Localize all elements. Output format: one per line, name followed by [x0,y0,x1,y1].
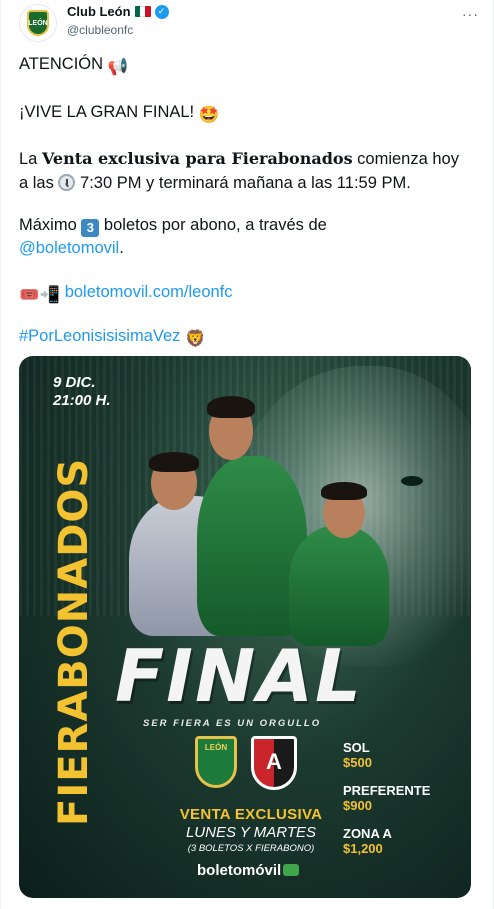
price-label: SOL [343,740,370,755]
club-crest-icon: LEÓN [27,10,49,36]
text-line-hashtag: #PorLeonisisisimaVez 🦁 [19,324,206,351]
tweet: LEÓN Club León ✓ @clubleonfc ··· ATENCIÓ… [0,0,494,909]
text-time: 7:30 PM y terminará mañana a las 11:59 P… [75,174,411,192]
tagline: SER FIERA ES UN ORGULLO [143,718,322,729]
avatar-text: LEÓN [28,19,48,27]
text-line-venta: La Venta exclusiva para Fierabonados com… [19,147,459,171]
venta-exclusiva-block: VENTA EXCLUSIVA LUNES Y MARTES (3 BOLETO… [171,806,331,854]
text-line-time: a las 7:30 PM y terminará mañana a las 1… [19,171,411,195]
keycap-three-icon: 3 [81,219,100,237]
lion-eye-right [401,476,423,486]
boletomovil-logo: boletomóvil [197,862,300,879]
price-value: $1,200 [343,841,383,856]
display-name[interactable]: Club León [67,4,131,19]
price-value: $900 [343,798,372,813]
price-label: ZONA A [343,826,392,841]
date-time: 21:00 H. [53,392,111,409]
text-maximo: Máximo [19,216,82,234]
price-item: PREFERENTE $900 [343,783,463,814]
mexico-flag-icon [134,6,151,17]
boletomovil-url-link[interactable]: boletomovil.com/leonfc [65,283,233,301]
tweet-header: LEÓN Club León ✓ @clubleonfc ··· [19,2,479,42]
user-handle[interactable]: @clubleonfc [67,23,133,37]
ticket-phone-icon: 🎟️📲 [19,286,61,304]
center-player-hair [207,396,255,418]
venta-days: LUNES Y MARTES [185,824,317,841]
text-a-las: a las [19,174,59,192]
price-value: $500 [343,755,372,770]
attention-text: ATENCIÓN [19,55,104,73]
atlas-crest-icon: A [251,736,297,790]
right-player-hair [321,482,367,500]
star-struck-icon: 🤩 [198,106,220,124]
brand-ticket-icon [283,864,300,876]
price-label: PREFERENTE [343,783,431,798]
brand-text: boletomóvil [197,862,282,879]
date-day: 9 DIC. [53,374,96,391]
display-name-row[interactable]: Club León ✓ [67,4,169,19]
crest-leon-text: LEÓN [204,743,228,752]
text-boletos: boletos por abono, a través de [99,216,327,234]
verified-badge-icon: ✓ [154,4,169,19]
more-options-button[interactable]: ··· [462,6,479,22]
price-item: ZONA A $1,200 [343,826,463,857]
player-right [289,526,389,646]
vive-text: ¡VIVE LA GRAN FINAL! [19,103,195,121]
text-line-url: 🎟️📲 boletomovil.com/leonfc [19,280,233,307]
venta-exclusiva-text: Venta exclusiva para Fierabonados [41,149,353,168]
price-item: SOL $500 [343,740,463,771]
hashtag-link[interactable]: #PorLeonisisisimaVez [19,327,180,345]
text-line-mention: @boletomovil. [19,236,124,260]
crest-atlas-text: A [266,749,282,774]
text-la: La [19,150,42,168]
text-line-attention: ATENCIÓN 📢 [19,52,128,79]
tweet-image-poster[interactable]: 9 DIC. 21:00 H. FIERABONADOS FINAL SER F… [19,356,471,898]
goalkeeper-hair [149,452,199,472]
avatar[interactable]: LEÓN [19,4,57,42]
text-line-maximo: Máximo 3 boletos por abono, a través de [19,213,327,237]
match-date: 9 DIC. 21:00 H. [53,374,111,410]
mention-boletomovil-link[interactable]: @boletomovil [19,239,119,257]
text-line-vive: ¡VIVE LA GRAN FINAL! 🤩 [19,100,219,127]
final-title: FINAL [115,634,363,718]
venta-limit: (3 BOLETOS X FIERABONO) [187,843,315,854]
fierabonados-vertical-title: FIERABONADOS [51,457,97,826]
clock-icon [58,174,76,191]
megaphone-icon: 📢 [107,58,129,76]
venta-title: VENTA EXCLUSIVA [179,806,323,823]
club-leon-crest-icon: LEÓN [195,736,237,788]
lion-icon: 🦁 [185,330,206,348]
text-comienza: comienza hoy [352,150,459,168]
text-period: . [119,239,124,257]
price-list: SOL $500 PREFERENTE $900 ZONA A $1,200 [343,740,463,857]
